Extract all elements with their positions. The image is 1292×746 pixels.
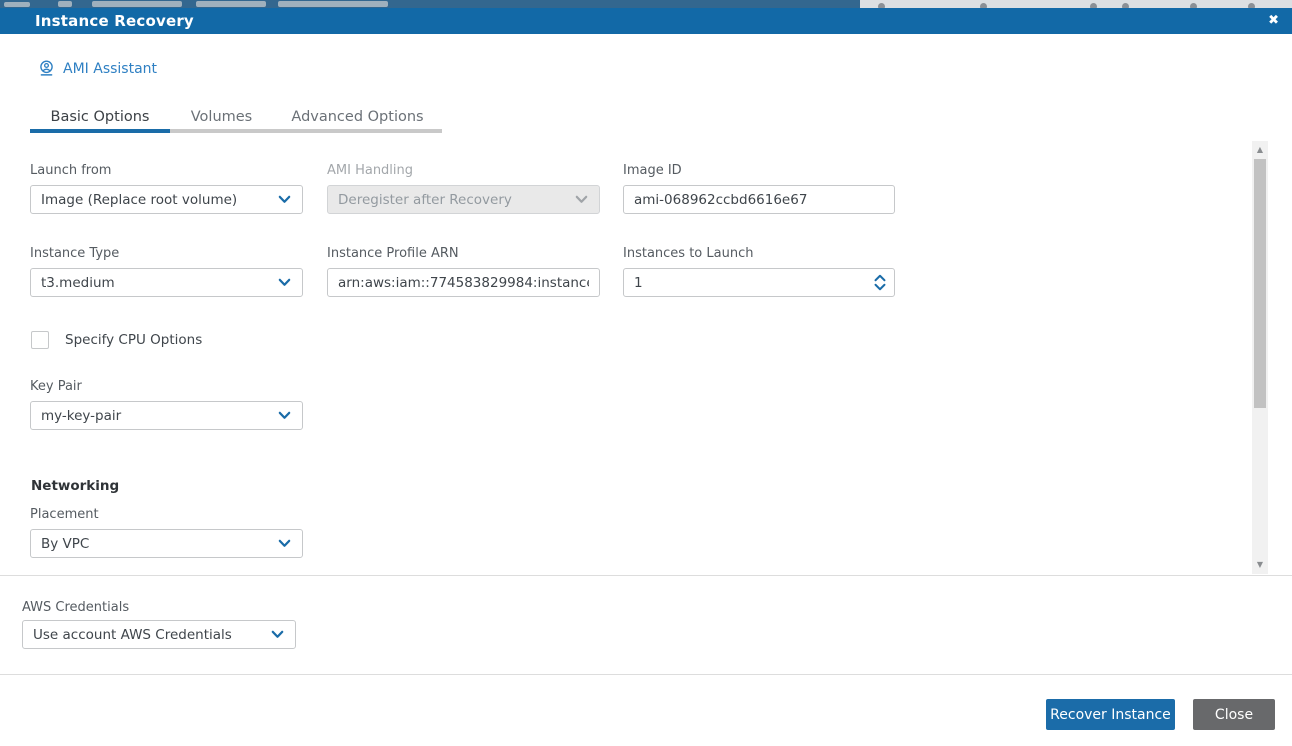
ami-handling-select: Deregister after Recovery bbox=[327, 185, 600, 214]
chevron-down-icon bbox=[278, 539, 291, 547]
image-id-field: Image ID ami-068962ccbd6616e67 bbox=[623, 163, 895, 214]
networking-heading: Networking bbox=[31, 478, 120, 494]
scrollbar-down-arrow[interactable]: ▼ bbox=[1252, 558, 1268, 572]
key-pair-label: Key Pair bbox=[30, 379, 82, 394]
modal-titlebar: Instance Recovery ✖ bbox=[0, 8, 1292, 34]
chevron-down-icon bbox=[278, 411, 291, 419]
key-pair-select[interactable]: my-key-pair bbox=[30, 401, 303, 430]
launch-from-value: Image (Replace root volume) bbox=[41, 191, 238, 208]
background-header-right bbox=[860, 0, 1292, 8]
ami-assistant-label: AMI Assistant bbox=[63, 60, 158, 77]
tab-basic-options[interactable]: Basic Options bbox=[30, 106, 170, 133]
chevron-down-icon bbox=[271, 630, 284, 638]
chevron-up-icon bbox=[874, 274, 886, 282]
instance-profile-arn-label: Instance Profile ARN bbox=[327, 246, 459, 261]
instance-type-field: Instance Type t3.medium bbox=[30, 246, 303, 297]
aws-credentials-value: Use account AWS Credentials bbox=[33, 626, 232, 643]
key-pair-value: my-key-pair bbox=[41, 407, 122, 424]
ami-handling-field: AMI Handling Deregister after Recovery bbox=[327, 163, 600, 214]
ami-assistant-link[interactable]: AMI Assistant bbox=[38, 60, 157, 77]
modal-footer: Recover Instance Close bbox=[0, 674, 1292, 746]
scrollbar-up-arrow[interactable]: ▲ bbox=[1252, 143, 1268, 157]
number-stepper[interactable] bbox=[874, 270, 886, 295]
instance-type-value: t3.medium bbox=[41, 274, 115, 291]
image-id-input[interactable]: ami-068962ccbd6616e67 bbox=[623, 185, 895, 214]
aws-credentials-select[interactable]: Use account AWS Credentials bbox=[22, 620, 296, 649]
modal-title: Instance Recovery bbox=[35, 12, 194, 30]
scrollbar-thumb[interactable] bbox=[1254, 159, 1266, 408]
instance-type-select[interactable]: t3.medium bbox=[30, 268, 303, 297]
tab-advanced-options[interactable]: Advanced Options bbox=[273, 106, 442, 133]
assistant-person-icon bbox=[38, 60, 55, 77]
instance-profile-arn-field: Instance Profile ARN arn:aws:iam::774583… bbox=[327, 246, 600, 297]
chevron-down-icon bbox=[278, 278, 291, 286]
cpu-options-row: Specify CPU Options bbox=[31, 331, 202, 349]
tab-volumes[interactable]: Volumes bbox=[170, 106, 273, 133]
vertical-scrollbar[interactable]: ▲ ▼ bbox=[1252, 141, 1268, 574]
specify-cpu-options-checkbox[interactable] bbox=[31, 331, 49, 349]
instance-profile-arn-input[interactable]: arn:aws:iam::774583829984:instance-profi… bbox=[327, 268, 600, 297]
tab-bar: Basic Options Volumes Advanced Options bbox=[30, 106, 442, 133]
close-icon[interactable]: ✖ bbox=[1268, 12, 1279, 30]
aws-credentials-label: AWS Credentials bbox=[22, 600, 130, 615]
image-id-value: ami-068962ccbd6616e67 bbox=[634, 191, 808, 208]
background-header-left bbox=[0, 0, 860, 8]
instances-to-launch-value: 1 bbox=[634, 274, 643, 291]
instance-type-label: Instance Type bbox=[30, 246, 120, 261]
chevron-down-icon bbox=[874, 283, 886, 291]
placement-label: Placement bbox=[30, 507, 99, 522]
chevron-down-icon bbox=[278, 195, 291, 203]
launch-from-label: Launch from bbox=[30, 163, 112, 178]
recover-instance-button[interactable]: Recover Instance bbox=[1046, 699, 1175, 730]
image-id-label: Image ID bbox=[623, 163, 682, 178]
close-button[interactable]: Close bbox=[1193, 699, 1275, 730]
ami-handling-value: Deregister after Recovery bbox=[338, 191, 512, 208]
scrollable-form-area: Launch from Image (Replace root volume) … bbox=[0, 140, 1292, 576]
launch-from-select[interactable]: Image (Replace root volume) bbox=[30, 185, 303, 214]
instance-recovery-modal: Instance Recovery ✖ AMI Assistant Basic … bbox=[0, 0, 1292, 746]
launch-from-field: Launch from Image (Replace root volume) bbox=[30, 163, 303, 214]
instances-to-launch-label: Instances to Launch bbox=[623, 246, 754, 261]
placement-select[interactable]: By VPC bbox=[30, 529, 303, 558]
specify-cpu-options-label: Specify CPU Options bbox=[65, 332, 203, 348]
instances-to-launch-input[interactable]: 1 bbox=[623, 268, 895, 297]
placement-field: Placement By VPC bbox=[30, 507, 303, 558]
ami-handling-label: AMI Handling bbox=[327, 163, 414, 178]
instances-to-launch-field: Instances to Launch 1 bbox=[623, 246, 895, 297]
chevron-down-icon bbox=[575, 195, 588, 203]
background-page-remnant bbox=[0, 0, 1292, 8]
placement-value: By VPC bbox=[41, 535, 90, 552]
key-pair-field: Key Pair my-key-pair bbox=[30, 379, 303, 430]
instance-profile-arn-value: arn:aws:iam::774583829984:instance-profi… bbox=[338, 274, 589, 291]
